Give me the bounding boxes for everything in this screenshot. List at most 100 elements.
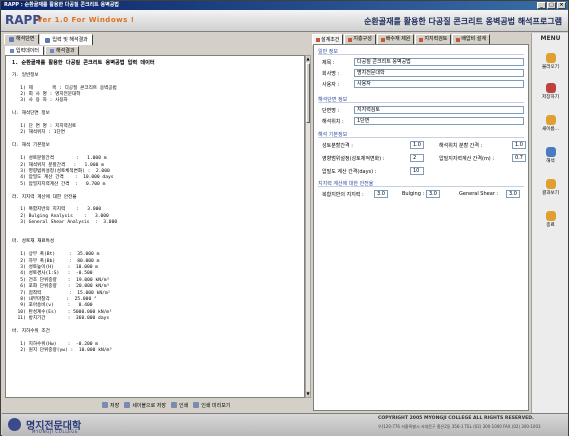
tab-label: 배압비 설계 bbox=[461, 36, 487, 42]
analyze-icon bbox=[545, 147, 556, 157]
user-input[interactable]: 사용자 bbox=[354, 80, 524, 88]
company-label: 회사명 : bbox=[322, 71, 340, 77]
document-scrollbar[interactable]: ▲ ▼ bbox=[305, 55, 311, 398]
position-input[interactable]: 1단면 bbox=[354, 117, 524, 125]
app-version: Ver 1.0 For Windows ! bbox=[37, 16, 135, 24]
bearing-interval-label: 압밀지지력계산 간격(m) : bbox=[439, 156, 495, 162]
window-title: RAPP : 순환골재를 활용한 다공질 콘크리트 옹벽공법 bbox=[4, 2, 119, 8]
close-button[interactable]: × bbox=[557, 2, 566, 9]
scroll-thumb[interactable] bbox=[306, 63, 310, 123]
title-label: 제목 : bbox=[322, 60, 335, 66]
right-panel: 설계조건 지층구성 배수재 제원 지지력검토 배압비 설계 일반 정보 제목 :… bbox=[312, 33, 530, 413]
tab-drain-spec[interactable]: 배수재 제원 bbox=[376, 34, 415, 44]
button-label: 저장 bbox=[110, 402, 120, 409]
subtab-label: 입력데이터 bbox=[16, 48, 40, 54]
save-as-icon bbox=[545, 115, 556, 125]
position-label: 해석위치 : bbox=[322, 119, 344, 125]
consolidation-input[interactable]: 10 bbox=[410, 167, 424, 175]
tab-icon bbox=[348, 37, 353, 42]
tab-label: 지지력검토 bbox=[424, 36, 448, 42]
college-name-en: MYONGJI COLLEGE bbox=[32, 429, 79, 434]
menu-save-as[interactable]: 새이름... bbox=[532, 115, 569, 132]
bulging-label: Bulging : bbox=[402, 191, 425, 197]
company-input[interactable]: 명지전문대학 bbox=[354, 69, 524, 77]
pos-split-label: 해석위치 분할 간격 : bbox=[439, 143, 483, 149]
document-line: 2) 원지 단위중량(γw) : 10.000 kN/m³ bbox=[12, 348, 113, 354]
user-label: 사용자 : bbox=[322, 82, 340, 88]
shear-input[interactable]: 3.0 bbox=[506, 190, 520, 198]
menu-exit[interactable]: 종료 bbox=[532, 211, 569, 228]
tab-counterweight-design[interactable]: 배압비 설계 bbox=[452, 34, 491, 44]
scroll-up-icon[interactable]: ▲ bbox=[306, 56, 310, 62]
pos-split-input[interactable]: 1.0 bbox=[512, 141, 526, 149]
menu-label: 저장하기 bbox=[542, 95, 559, 100]
maximize-button[interactable]: □ bbox=[547, 2, 556, 9]
subtab-analysis-results[interactable]: 해석결과 bbox=[45, 46, 80, 55]
app-logo: RAPP bbox=[5, 13, 42, 27]
section-name-label: 단면명 : bbox=[322, 108, 340, 114]
title-input[interactable]: 다공질 콘크리트 옹벽공법 bbox=[354, 58, 524, 66]
fill-split-input[interactable]: 1.0 bbox=[410, 141, 424, 149]
save-button[interactable]: 저장 bbox=[102, 402, 119, 409]
tab-label: 배수재 제원 bbox=[385, 36, 411, 42]
view-result-icon bbox=[545, 179, 556, 189]
folder-open-icon bbox=[545, 53, 556, 63]
save-icon bbox=[545, 83, 556, 93]
composite-label: 복합지반의 지지력 : bbox=[322, 192, 364, 198]
subtab-label: 해석결과 bbox=[56, 48, 75, 54]
menu-analyze[interactable]: 해석 bbox=[532, 147, 569, 164]
menu-view-results[interactable]: 결과보기 bbox=[532, 179, 569, 196]
input-data-document[interactable]: 1. 순환골재를 활용한 다공질 콘크리트 옹벽공법 입력 데이터 가. 일반정… bbox=[5, 55, 305, 398]
tab-input-results[interactable]: 입력 및 해석결과 bbox=[40, 34, 93, 45]
menu-save[interactable]: 저장하기 bbox=[532, 83, 569, 100]
subtab-input-data[interactable]: 입력데이터 bbox=[5, 46, 45, 55]
button-label: 인쇄 bbox=[179, 402, 189, 409]
menu-title: MENU bbox=[540, 35, 561, 42]
influence-label: 영향범위설정(성토체적변화) : bbox=[322, 156, 385, 162]
print-button[interactable]: 인쇄 bbox=[171, 402, 188, 409]
data-icon bbox=[10, 49, 14, 53]
consolidation-label: 압밀도 계산 간격(days) : bbox=[322, 169, 377, 175]
print-icon bbox=[171, 402, 177, 408]
tab-strata[interactable]: 지층구성 bbox=[344, 34, 376, 44]
left-panel: 해석단면 입력 및 해석결과 입력데이터 해석결과 1. 순환골재를 활용한 다… bbox=[2, 33, 311, 413]
divider bbox=[318, 186, 524, 187]
college-logo-icon bbox=[8, 418, 21, 431]
tab-bearing-check[interactable]: 지지력검토 bbox=[415, 34, 452, 44]
exit-icon bbox=[545, 211, 556, 221]
app-banner: RAPP Ver 1.0 For Windows ! 순환골재를 활용한 다공질… bbox=[1, 10, 568, 32]
print-preview-icon bbox=[193, 402, 200, 408]
bulging-input[interactable]: 3.0 bbox=[426, 190, 440, 198]
print-preview-button[interactable]: 인쇄 미리보기 bbox=[193, 402, 230, 409]
divider bbox=[318, 54, 524, 55]
tab-icon bbox=[419, 37, 424, 42]
tab-icon bbox=[316, 38, 320, 42]
minimize-button[interactable]: _ bbox=[537, 2, 546, 9]
menu-label: 새이름... bbox=[541, 127, 560, 132]
button-label: 세이블으로 저장 bbox=[132, 402, 166, 409]
app-banner-title: 순환골재를 활용한 다공질 콘크리트 옹벽공법 해석프로그램 bbox=[364, 17, 562, 26]
save-as-button[interactable]: 세이블으로 저장 bbox=[124, 402, 166, 409]
scroll-down-icon[interactable]: ▼ bbox=[306, 391, 310, 397]
section-name-input[interactable]: 지지력검토 bbox=[354, 106, 524, 114]
bearing-interval-input[interactable]: 0.7 bbox=[512, 154, 526, 162]
menu-label: 해석 bbox=[546, 159, 555, 164]
influence-input[interactable]: 2 bbox=[410, 154, 424, 162]
menu-label: 결과보기 bbox=[542, 191, 559, 196]
menu-open[interactable]: 불러오기 bbox=[532, 53, 569, 70]
tab-label: 지층구성 bbox=[353, 36, 372, 42]
tab-section[interactable]: 해석단면 bbox=[4, 34, 40, 44]
tab-label: 해석단면 bbox=[16, 36, 35, 42]
results-icon bbox=[50, 49, 55, 53]
address: 우)120-776 서울특별시 서대문구 홍은2동 356-1 TEL (02)… bbox=[378, 424, 541, 429]
save-icon bbox=[102, 402, 108, 408]
footer: 명지전문대학 MYONGJI COLLEGE COPYRIGHT 2005 MY… bbox=[2, 413, 568, 436]
save-as-icon bbox=[124, 402, 131, 408]
composite-input[interactable]: 3.0 bbox=[374, 190, 388, 198]
button-label: 인쇄 미리보기 bbox=[201, 402, 231, 409]
copyright: COPYRIGHT 2005 MYONGJI COLLEGE ALL RIGHT… bbox=[378, 416, 534, 421]
tab-icon bbox=[456, 37, 461, 42]
app-window: RAPP : 순환골재를 활용한 다공질 콘크리트 옹벽공법 _ □ × RAP… bbox=[0, 0, 569, 436]
title-bar: RAPP : 순환골재를 활용한 다공질 콘크리트 옹벽공법 _ □ × bbox=[1, 1, 568, 10]
fill-split-label: 성토분할간격 : bbox=[322, 143, 353, 149]
